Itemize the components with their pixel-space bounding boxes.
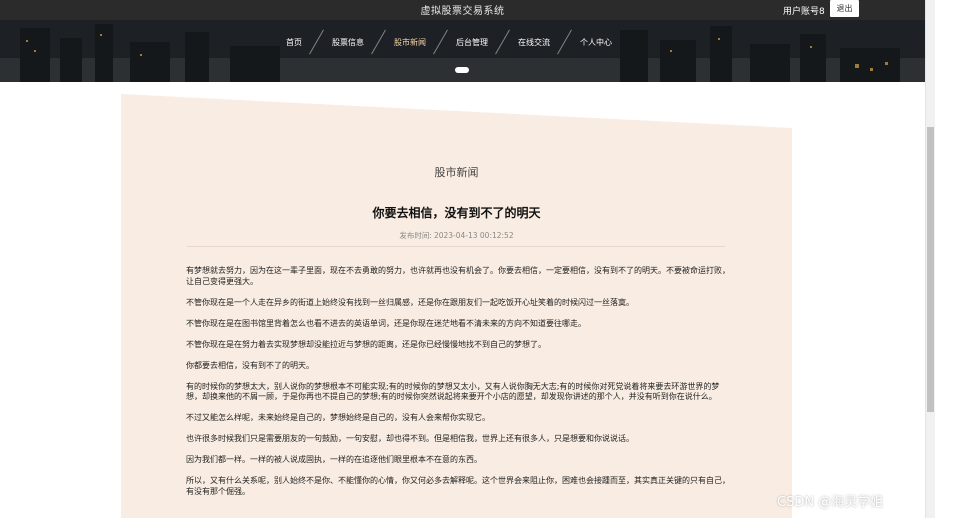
article-paragraph: 不过又能怎么样呢，未来始终是自己的，梦想始终是自己的，没有人会来帮你实现它。 <box>186 413 490 422</box>
article-title: 你要去相信，没有到不了的明天 <box>372 206 541 220</box>
banner: 首页 股票信息 股市新闻 后台管理 在线交流 个人中心 <box>0 20 925 82</box>
article-paragraph: 有的时候你的梦想太大，别人说你的梦想根本不可能实现;有的时候你的梦想又太小，又有… <box>186 381 720 402</box>
divider <box>187 246 725 247</box>
publish-label: 发布时间: <box>399 231 432 240</box>
user-account-label[interactable]: 用户账号8 <box>783 4 825 17</box>
nav-separator <box>432 34 450 52</box>
vertical-scrollbar[interactable] <box>925 0 935 518</box>
nav-item-online-chat[interactable]: 在线交流 <box>512 34 556 52</box>
article-paragraph: 不管你现在是在努力着去实现梦想却没能拉近与梦想的距离，还是你已经慢慢地找不到自己… <box>186 339 546 349</box>
main-nav: 首页 股票信息 股市新闻 后台管理 在线交流 个人中心 <box>280 34 618 52</box>
logout-button[interactable]: 退出 <box>830 0 859 17</box>
carousel-dots <box>455 67 469 73</box>
nav-separator <box>494 34 512 52</box>
section-title: 股市新闻 <box>434 166 479 179</box>
nav-separator <box>556 34 574 52</box>
top-bar: 虚拟股票交易系统 用户账号8 退出 <box>0 0 925 20</box>
page: 虚拟股票交易系统 用户账号8 退出 首页 股票信息 股市新闻 后台管理 在线交流… <box>0 0 958 518</box>
article-paragraph: 也许很多时候我们只是需要朋友的一句鼓励，一句安慰，却也得不到。但是相信我，世界上… <box>186 434 634 443</box>
nav-item-home[interactable]: 首页 <box>280 34 308 52</box>
article-body: 有梦想就去努力，因为在这一辈子里面，现在不去勇敢的努力，也许就再也没有机会了。你… <box>186 266 731 508</box>
article-paragraph: 不管你现在是在图书馆里背着怎么也看不进去的英语单词，还是你现在迷茫地看不清未来的… <box>186 318 586 328</box>
nav-item-admin[interactable]: 后台管理 <box>450 34 494 52</box>
article-paragraph: 因为我们都一样。一样的被人说成固执，一样的在追逐他们眼里根本不在意的东西。 <box>186 455 482 464</box>
article-paragraph: 所以，又有什么关系呢，别人始终不是你、不能懂你的心情，你又何必多去解释呢。这个世… <box>186 476 730 496</box>
article-paragraph: 不管你现在是一个人走在异乡的街道上始终没有找到一丝归属感，还是你在跟朋友们一起吃… <box>186 297 634 307</box>
carousel-dot-active[interactable] <box>455 67 469 73</box>
publish-info: 发布时间: 2023-04-13 00:12:52 <box>121 230 792 241</box>
scrollbar-thumb[interactable] <box>927 127 934 412</box>
nav-item-personal-center[interactable]: 个人中心 <box>574 34 618 52</box>
article-paragraph: 你都要去相信，没有到不了的明天。 <box>186 360 314 370</box>
nav-item-stock-info[interactable]: 股票信息 <box>326 34 370 52</box>
news-detail-panel: 股市新闻 你要去相信，没有到不了的明天 发布时间: 2023-04-13 00:1… <box>121 94 792 518</box>
nav-item-stock-news[interactable]: 股市新闻 <box>388 34 432 52</box>
nav-separator <box>370 34 388 52</box>
nav-separator <box>308 34 326 52</box>
publish-time: 2023-04-13 00:12:52 <box>433 231 514 240</box>
watermark: CSDN @海灵学姐 <box>777 495 884 510</box>
article-paragraph: 有梦想就去努力，因为在这一辈子里面，现在不去勇敢的努力，也许就再也没有机会了。你… <box>186 266 730 286</box>
